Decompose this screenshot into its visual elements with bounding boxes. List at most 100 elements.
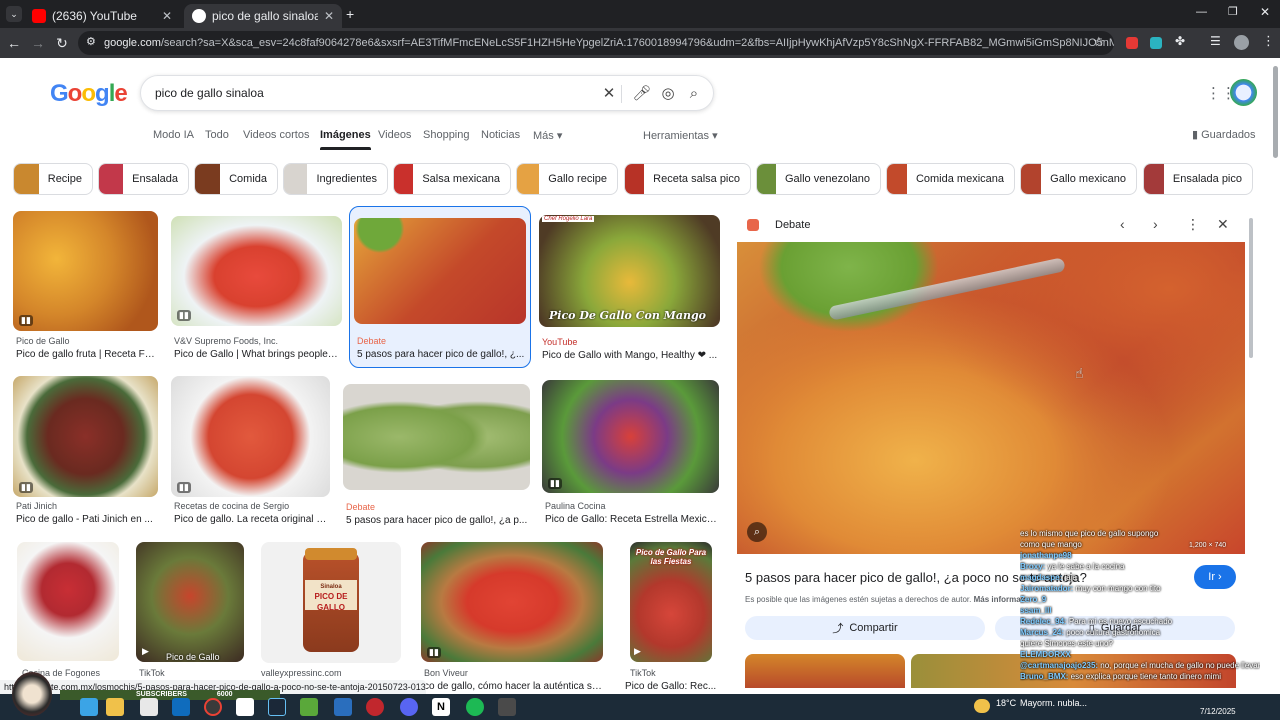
close-tab-icon[interactable]: ✕ (162, 9, 172, 23)
chip-ensalada[interactable]: Ensalada (98, 163, 189, 195)
result-source[interactable]: YouTube (542, 337, 718, 347)
tab-google-search[interactable]: pico de gallo sinaloa - Buscar c ✕ (184, 4, 342, 28)
steam-icon[interactable] (268, 698, 286, 716)
microphone-icon[interactable]: 🎤︎ (632, 84, 652, 104)
result-source[interactable]: Pati Jinich (16, 501, 156, 511)
result-caption[interactable]: Pico de gallo. La receta original d... (174, 514, 330, 525)
learn-more-link[interactable]: Más informac (974, 595, 1026, 604)
close-tab-icon[interactable]: ✕ (324, 9, 334, 23)
result-source[interactable]: valleyxpressinc.com (261, 668, 401, 678)
camera-icon[interactable] (236, 698, 254, 716)
bookmark-star-icon[interactable]: ☆ (1093, 34, 1105, 50)
discord-icon[interactable] (400, 698, 418, 716)
result-thumbnail[interactable]: Sinaloa PICO DE GALLO (261, 542, 401, 663)
minimize-button[interactable]: — (1196, 6, 1207, 18)
preview-image[interactable]: ⌕ 1,200 × 740 (737, 242, 1245, 554)
result-source[interactable]: Recetas de cocina de Sergio (174, 501, 330, 511)
result-thumbnail[interactable]: ▶ Pico de Gallo (136, 542, 244, 662)
chip-ensalada-pico[interactable]: Ensalada pico (1143, 163, 1253, 195)
maximize-button[interactable]: ❐ (1228, 5, 1238, 18)
result-caption[interactable]: 5 pasos para hacer pico de gallo!, ¿a p.… (346, 515, 530, 526)
capcut-icon[interactable] (498, 698, 516, 716)
tab-videos[interactable]: Videos (378, 129, 411, 141)
result-source[interactable]: Paulina Cocina (545, 501, 717, 511)
result-caption[interactable]: co de gallo, cómo hacer la auténtica sal… (424, 681, 604, 692)
spotify-icon[interactable] (466, 698, 484, 716)
chip-receta-salsa-pico[interactable]: Receta salsa pico (624, 163, 751, 195)
result-source[interactable]: Pico de Gallo (16, 336, 156, 346)
lens-icon[interactable]: ◎ (658, 84, 678, 104)
result-caption[interactable]: Pico de gallo fruta | Receta Fácil (16, 349, 158, 360)
tab-noticias[interactable]: Noticias (481, 129, 520, 141)
search-box[interactable]: pico de gallo sinaloa ✕ 🎤︎ ◎ ⌕ (140, 75, 714, 111)
close-panel-icon[interactable]: ✕ (1217, 216, 1229, 233)
file-explorer-icon[interactable] (106, 698, 124, 716)
result-thumbnail[interactable]: Pico de Gallo Para las Fiestas ▶ (630, 542, 712, 662)
chip-gallo-recipe[interactable]: Gallo recipe (516, 163, 618, 195)
saved-button[interactable]: ▮ Guardados (1192, 128, 1256, 141)
minecraft-icon[interactable] (300, 698, 318, 716)
result-thumbnail[interactable] (17, 542, 119, 661)
account-avatar[interactable] (1230, 79, 1257, 106)
result-source[interactable]: V&V Supremo Foods, Inc. (174, 336, 340, 346)
chrome-icon[interactable] (204, 698, 222, 716)
chrome-menu-icon[interactable]: ⋮ (1262, 33, 1275, 49)
chip-comida[interactable]: Comida (194, 163, 278, 195)
tab-mas[interactable]: Más ▾ (533, 129, 562, 142)
outlook-icon[interactable] (172, 698, 190, 716)
result-source[interactable]: TikTok (630, 668, 716, 678)
tab-videos-cortos[interactable]: Videos cortos (243, 129, 309, 141)
related-image[interactable] (745, 654, 905, 688)
chip-gallo-venezolano[interactable]: Gallo venezolano (756, 163, 881, 195)
result-source[interactable]: Debate (346, 502, 526, 512)
more-options-icon[interactable]: ⋮ (1186, 216, 1200, 233)
tab-modo-ia[interactable]: Modo IA (153, 129, 194, 141)
tab-imagenes[interactable]: Imágenes (320, 129, 371, 150)
notion-icon[interactable]: N (432, 698, 450, 716)
forward-button[interactable]: → (28, 33, 48, 53)
notes-icon[interactable] (140, 698, 158, 716)
chip-ingredientes[interactable]: Ingredientes (283, 163, 388, 195)
result-thumbnail[interactable]: ▮▮ (542, 380, 719, 493)
result-source[interactable]: TikTok (139, 668, 243, 678)
date[interactable]: 7/12/2025 (1200, 707, 1236, 716)
page-scrollbar[interactable] (1273, 66, 1278, 158)
result-caption[interactable]: Pico de Gallo with Mango, Healthy ❤ ... (542, 350, 718, 361)
result-caption[interactable]: Pico de Gallo: Receta Estrella Mexica... (545, 514, 719, 525)
tab-search-dropdown[interactable]: ⌄ (6, 6, 22, 22)
result-thumbnail[interactable]: ▮▮ (171, 216, 342, 326)
result-thumbnail[interactable]: ▮▮ (171, 376, 330, 497)
result-caption[interactable]: Pico de Gallo | What brings people t... (174, 349, 340, 360)
tab-shopping[interactable]: Shopping (423, 129, 470, 141)
share-button[interactable]: ⤴ Compartir (745, 616, 985, 640)
extension-icon[interactable] (1126, 37, 1138, 49)
panel-scrollbar[interactable] (1249, 218, 1253, 358)
tab-youtube[interactable]: (2636) YouTube ✕ (24, 4, 180, 28)
result-source[interactable]: Debate (357, 336, 523, 346)
close-window-button[interactable]: ✕ (1260, 5, 1270, 19)
app-icon[interactable] (366, 698, 384, 716)
weather-temp[interactable]: 18°C (996, 698, 1016, 708)
chip-recipe[interactable]: Recipe (13, 163, 93, 195)
reading-list-icon[interactable]: ☰ (1210, 34, 1221, 48)
result-thumbnail[interactable]: ▮▮ (421, 542, 603, 662)
new-tab-button[interactable]: + (346, 6, 354, 22)
tab-todo[interactable]: Todo (205, 129, 229, 141)
result-caption[interactable]: Pico de Gallo: Rec... (625, 681, 718, 692)
chip-gallo-mexicano[interactable]: Gallo mexicano (1020, 163, 1137, 195)
clear-icon[interactable]: ✕ (599, 84, 619, 104)
result-thumbnail[interactable]: Chef Rogelio Lara Pico De Gallo Con Mang… (539, 215, 720, 327)
site-info-icon[interactable]: ⚙ (86, 35, 96, 48)
weather-description[interactable]: Mayorm. nubla... (1020, 698, 1087, 708)
search-query[interactable]: pico de gallo sinaloa (155, 86, 264, 100)
app-icon[interactable] (334, 698, 352, 716)
result-thumbnail[interactable] (343, 384, 530, 490)
panel-source[interactable]: Debate (775, 219, 810, 231)
result-thumbnail[interactable]: ▮▮ (13, 211, 158, 331)
result-source[interactable]: Bon Viveur (424, 668, 602, 678)
previous-arrow-icon[interactable]: ‹ (1120, 216, 1125, 232)
next-arrow-icon[interactable]: › (1153, 216, 1158, 232)
chip-salsa-mexicana[interactable]: Salsa mexicana (393, 163, 511, 195)
tools-button[interactable]: Herramientas ▾ (643, 129, 718, 142)
result-caption[interactable]: 5 pasos para hacer pico de gallo!, ¿... (357, 349, 525, 360)
